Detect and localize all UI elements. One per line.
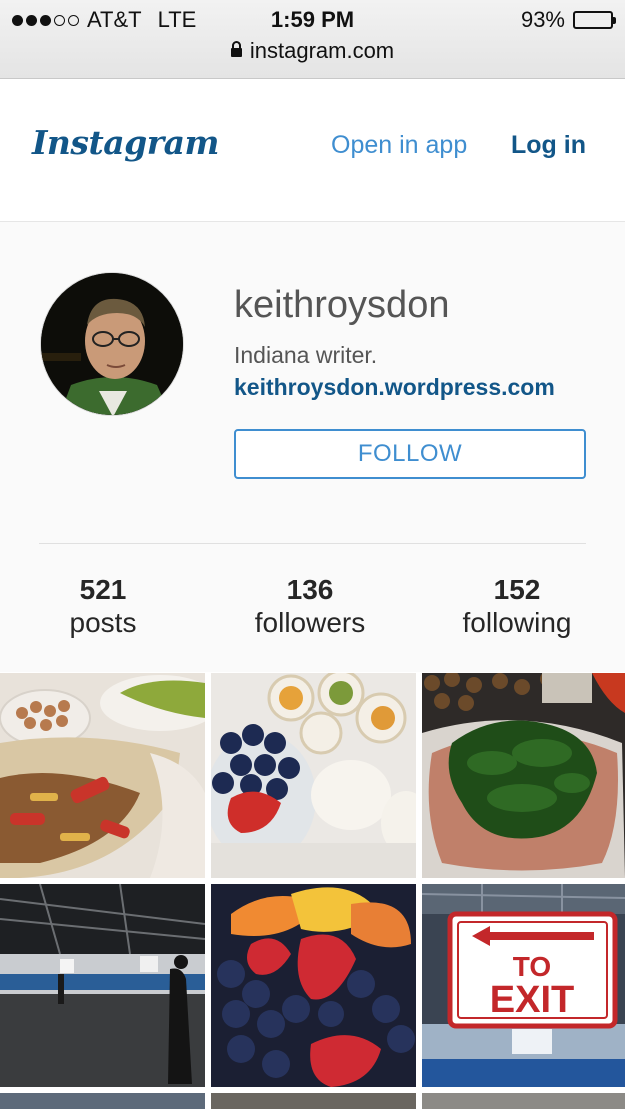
status-bar: AT&T LTE 1:59 PM 93% instagram.com: [0, 0, 625, 79]
followers-count: 136: [286, 574, 334, 605]
battery-info: 93%: [520, 7, 616, 33]
profile-username: keithroysdon: [234, 284, 450, 326]
address-bar[interactable]: instagram.com: [0, 38, 625, 64]
following-stat[interactable]: 152 following: [422, 574, 612, 640]
photo-tile-1[interactable]: [0, 673, 205, 878]
lock-icon: [230, 41, 242, 57]
posts-label: posts: [69, 607, 137, 638]
followers-stat[interactable]: 136 followers: [215, 574, 405, 640]
avatar-portrait: [41, 273, 183, 415]
profile-website-link[interactable]: keithroysdon.wordpress.com: [234, 374, 555, 401]
photo-tile-3[interactable]: [422, 673, 625, 878]
battery-icon: [573, 11, 616, 29]
photo-tile-8[interactable]: [211, 1093, 416, 1109]
exit-sign-to-text: TO: [513, 951, 551, 982]
photo-tile-9[interactable]: [422, 1093, 625, 1109]
photo-tile-6[interactable]: TO EXIT: [422, 884, 625, 1087]
following-label: following: [462, 607, 572, 638]
blueberries-eggs-wraps-photo: [211, 673, 416, 878]
pita-wrap-with-beans-photo: [0, 673, 205, 878]
photo-tile-2[interactable]: [211, 673, 416, 878]
to-exit-sign-photo: TO EXIT: [422, 884, 625, 1087]
profile-section: keithroysdon Indiana writer. keithroysdo…: [0, 222, 625, 672]
battery-percent: 93%: [520, 7, 565, 32]
photo-tile-5[interactable]: [211, 884, 416, 1087]
following-count: 152: [493, 574, 541, 605]
posts-count: 521: [79, 574, 127, 605]
url-text: instagram.com: [249, 38, 395, 63]
exit-sign-exit-text: EXIT: [490, 979, 574, 1021]
photo-tile-4[interactable]: [0, 884, 205, 1087]
followers-label: followers: [254, 607, 366, 638]
profile-avatar[interactable]: [40, 272, 184, 416]
empty-warehouse-photo: [0, 884, 205, 1087]
open-in-app-link[interactable]: Open in app: [331, 131, 467, 160]
log-in-link[interactable]: Log in: [511, 131, 586, 160]
ham-with-spinach-photo: [422, 673, 625, 878]
instagram-logo[interactable]: Instagram: [32, 123, 219, 162]
photo-tile-7[interactable]: [0, 1093, 205, 1109]
app-header: Instagram Open in app Log in: [0, 79, 625, 222]
follow-button[interactable]: FOLLOW: [234, 429, 586, 479]
posts-stat: 521 posts: [8, 574, 198, 640]
stats-divider: [39, 543, 586, 544]
profile-bio: Indiana writer.: [234, 342, 378, 368]
fruit-bowl-photo: [211, 884, 416, 1087]
